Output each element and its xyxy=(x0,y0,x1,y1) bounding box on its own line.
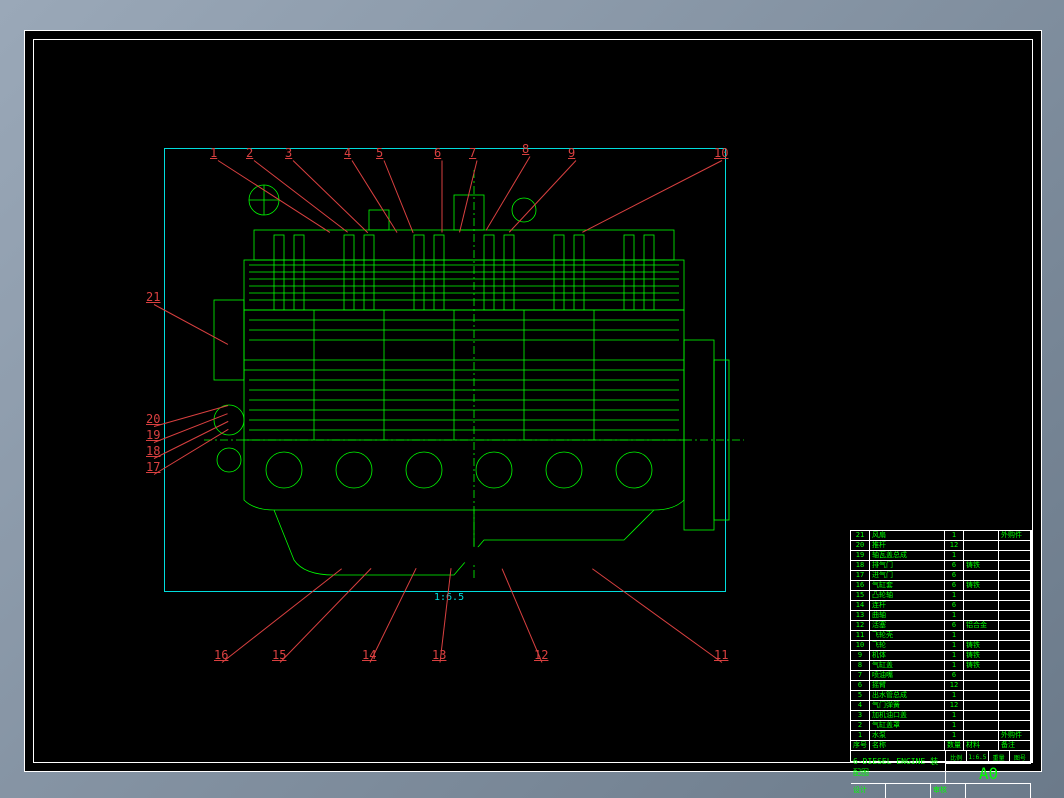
drawing-frame-inner: 1:6.5 xyxy=(33,39,1033,763)
callout-7: 7 xyxy=(469,146,476,160)
parts-row: 16气缸套6铸铁 xyxy=(851,581,1031,591)
callout-6: 6 xyxy=(434,146,441,160)
drawing-title: 6-DIESEL ENGINE 装配图 xyxy=(851,751,946,783)
parts-header-qty: 数量 xyxy=(945,741,964,750)
parts-row: 17进气门6 xyxy=(851,571,1031,581)
parts-header-name: 名称 xyxy=(870,741,945,750)
leader-6 xyxy=(442,161,443,233)
weight-label: 重量 xyxy=(989,751,1010,763)
drawing-frame-outer: 1:6.5 xyxy=(24,30,1042,772)
parts-row: 1水泵1外购件 xyxy=(851,731,1031,741)
design-label: 设计 xyxy=(851,784,886,798)
parts-row: 2气缸盖罩1 xyxy=(851,721,1031,731)
parts-header-mat: 材料 xyxy=(964,741,999,750)
parts-row: 12活塞6铝合金 xyxy=(851,621,1031,631)
scale-value: 1:6.5 xyxy=(967,751,988,763)
callout-1: 1 xyxy=(210,146,217,160)
design-value xyxy=(886,784,931,798)
sheet-size: A0 xyxy=(946,764,1031,783)
callout-16: 16 xyxy=(214,648,228,662)
callout-2: 2 xyxy=(246,146,253,160)
scale-annotation: 1:6.5 xyxy=(434,592,464,603)
drawing-canvas: 1:6.5 xyxy=(34,40,1032,762)
parts-row: 6摇臂12 xyxy=(851,681,1031,691)
callout-5: 5 xyxy=(376,146,383,160)
callout-11: 11 xyxy=(714,648,728,662)
parts-row: 3加机油口盖1 xyxy=(851,711,1031,721)
parts-row: 8气缸盖1铸铁 xyxy=(851,661,1031,671)
title-block: 21风扇1外购件20推杆1219轴瓦盖总成118排气门6铸铁17进气门616气缸… xyxy=(850,530,1032,762)
callout-8: 8 xyxy=(522,142,529,156)
parts-row: 5出水管总成1 xyxy=(851,691,1031,701)
parts-row: 18排气门6铸铁 xyxy=(851,561,1031,571)
parts-row: 7喷油嘴6 xyxy=(851,671,1031,681)
parts-row: 15凸轮轴1 xyxy=(851,591,1031,601)
callout-9: 9 xyxy=(568,146,575,160)
sheet-label: 图号 xyxy=(1010,751,1031,763)
check-label: 审核 xyxy=(931,784,966,798)
parts-row: 9机体1铸铁 xyxy=(851,651,1031,661)
engine-cross-section xyxy=(194,160,754,590)
parts-header-no: 序号 xyxy=(851,741,870,750)
callout-3: 3 xyxy=(285,146,292,160)
parts-row: 14连杆6 xyxy=(851,601,1031,611)
scale-label: 比例 xyxy=(946,751,967,763)
parts-row: 20推杆12 xyxy=(851,541,1031,551)
parts-row: 21风扇1外购件 xyxy=(851,531,1031,541)
callout-10: 10 xyxy=(714,146,728,160)
parts-row: 4气门弹簧12 xyxy=(851,701,1031,711)
callout-21: 21 xyxy=(146,290,160,304)
parts-header-note: 备注 xyxy=(999,741,1031,750)
parts-row: 13曲轴1 xyxy=(851,611,1031,621)
callout-4: 4 xyxy=(344,146,351,160)
callout-15: 15 xyxy=(272,648,286,662)
parts-row: 11飞轮壳1 xyxy=(851,631,1031,641)
parts-row: 19轴瓦盖总成1 xyxy=(851,551,1031,561)
parts-row: 10飞轮1铸铁 xyxy=(851,641,1031,651)
check-value xyxy=(966,784,1031,798)
